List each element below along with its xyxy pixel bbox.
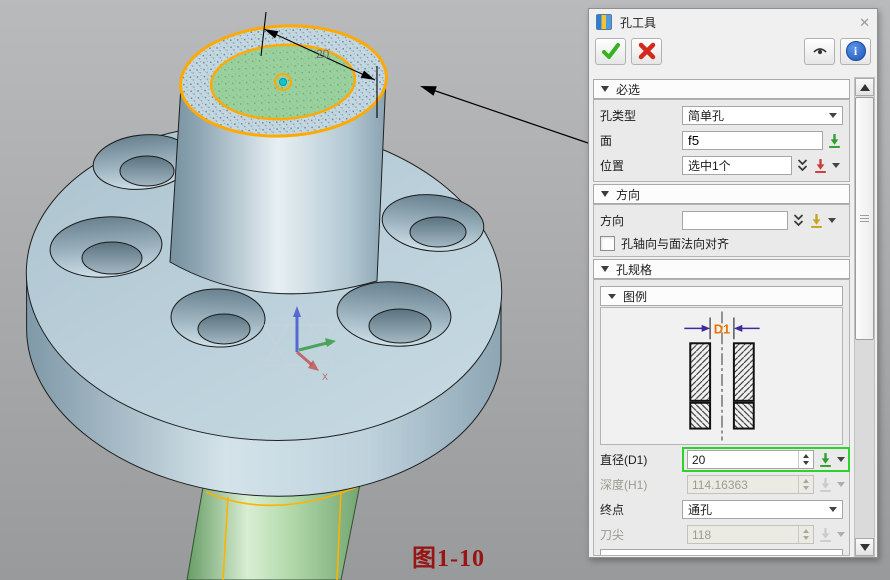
position-label: 位置 — [600, 157, 678, 174]
legend-d1-label: D1 — [714, 321, 730, 336]
dimension-value-text: 20 — [316, 47, 330, 61]
pick-options-caret-icon[interactable] — [832, 163, 840, 168]
eye-icon — [812, 45, 828, 57]
depth-label: 深度(H1) — [600, 476, 678, 493]
spec-group: 图例 — [593, 279, 850, 556]
face-input[interactable] — [682, 131, 823, 150]
hole-type-value: 简单孔 — [688, 107, 724, 124]
legend-image: D1 — [600, 307, 843, 445]
diameter-stepper[interactable] — [687, 450, 814, 469]
boss-cylinder — [170, 21, 389, 294]
x-icon — [638, 42, 656, 60]
collapse-triangle-icon — [601, 191, 609, 197]
panel-scrollbar[interactable] — [854, 77, 875, 557]
end-condition-value: 通孔 — [688, 501, 712, 518]
end-condition-label: 终点 — [600, 501, 678, 518]
direction-input[interactable] — [682, 211, 788, 230]
dropdown-caret-icon — [829, 113, 837, 118]
expand-chevrons-icon[interactable] — [792, 213, 805, 228]
hole-center-point — [279, 78, 286, 85]
required-group: 孔类型 简单孔 面 位置 选中1个 — [593, 99, 850, 182]
value-options-caret-icon — [837, 532, 845, 537]
align-axis-checkbox[interactable] — [600, 236, 615, 251]
position-value: 选中1个 — [688, 157, 731, 174]
direction-group: 方向 孔轴向与面法向对齐 — [593, 204, 850, 257]
depth-input — [688, 476, 798, 493]
info-button[interactable]: i — [840, 38, 871, 65]
section-required[interactable]: 必选 — [593, 79, 850, 99]
preview-button[interactable] — [804, 38, 835, 65]
expand-chevrons-icon[interactable] — [796, 158, 809, 173]
svg-text:X: X — [322, 372, 328, 382]
spinner-icons[interactable] — [798, 451, 813, 468]
end-condition-select[interactable]: 通孔 — [682, 500, 843, 519]
depth-stepper — [687, 475, 814, 494]
tip-angle-stepper — [687, 525, 814, 544]
value-options-caret-icon — [837, 482, 845, 487]
face-leader-arrow — [420, 86, 588, 143]
cancel-button[interactable] — [631, 38, 662, 65]
pick-direction-icon[interactable] — [809, 213, 824, 229]
position-field[interactable]: 选中1个 — [682, 156, 792, 175]
value-options-caret-icon[interactable] — [837, 457, 845, 462]
figure-caption: 图1-10 — [412, 538, 485, 573]
close-icon[interactable]: ✕ — [859, 16, 870, 29]
tip-angle-input — [688, 526, 798, 543]
collapse-triangle-icon — [601, 86, 609, 92]
clipped-next-field — [600, 549, 843, 555]
dialog-title: 孔工具 — [620, 14, 656, 31]
pick-options-caret-icon[interactable] — [828, 218, 836, 223]
hole-preview-shaft — [187, 484, 360, 580]
pick-value-icon-disabled — [818, 527, 833, 543]
hole-type-select[interactable]: 简单孔 — [682, 106, 843, 125]
collapse-triangle-icon — [608, 294, 616, 299]
legend-subsection[interactable]: 图例 — [600, 286, 843, 306]
dialog-titlebar[interactable]: 孔工具 ✕ — [589, 9, 877, 35]
ok-button[interactable] — [595, 38, 626, 65]
section-spec-label: 孔规格 — [616, 261, 652, 278]
section-spec[interactable]: 孔规格 — [593, 259, 850, 279]
pick-position-icon[interactable] — [813, 158, 828, 174]
diameter-input[interactable] — [688, 451, 798, 468]
tip-angle-label: 刀尖 — [600, 526, 678, 543]
dropdown-caret-icon — [829, 507, 837, 512]
section-direction-label: 方向 — [616, 186, 640, 203]
dialog-toolbar: i — [589, 35, 877, 67]
pick-value-icon-disabled — [818, 477, 833, 493]
scrollbar-down-icon[interactable] — [855, 538, 874, 556]
spinner-icons — [798, 526, 813, 543]
check-icon — [601, 42, 621, 60]
pick-value-icon[interactable] — [818, 452, 833, 468]
info-icon: i — [846, 41, 866, 61]
face-label: 面 — [600, 132, 678, 149]
direction-label: 方向 — [600, 212, 678, 229]
legend-subsection-label: 图例 — [623, 288, 647, 305]
diameter-highlight — [682, 447, 850, 472]
align-axis-checkbox-label: 孔轴向与面法向对齐 — [621, 235, 729, 252]
hole-type-label: 孔类型 — [600, 107, 678, 124]
scrollbar-up-icon[interactable] — [855, 78, 874, 96]
section-direction[interactable]: 方向 — [593, 184, 850, 204]
collapse-triangle-icon — [601, 266, 609, 272]
hole-tool-dialog: 孔工具 ✕ i 必选 — [588, 8, 878, 558]
hole-tool-icon — [596, 14, 612, 30]
section-required-label: 必选 — [616, 81, 640, 98]
spinner-icons — [798, 476, 813, 493]
scrollbar-thumb[interactable] — [855, 97, 874, 340]
diameter-label: 直径(D1) — [600, 451, 678, 468]
pick-face-icon[interactable] — [827, 133, 842, 149]
